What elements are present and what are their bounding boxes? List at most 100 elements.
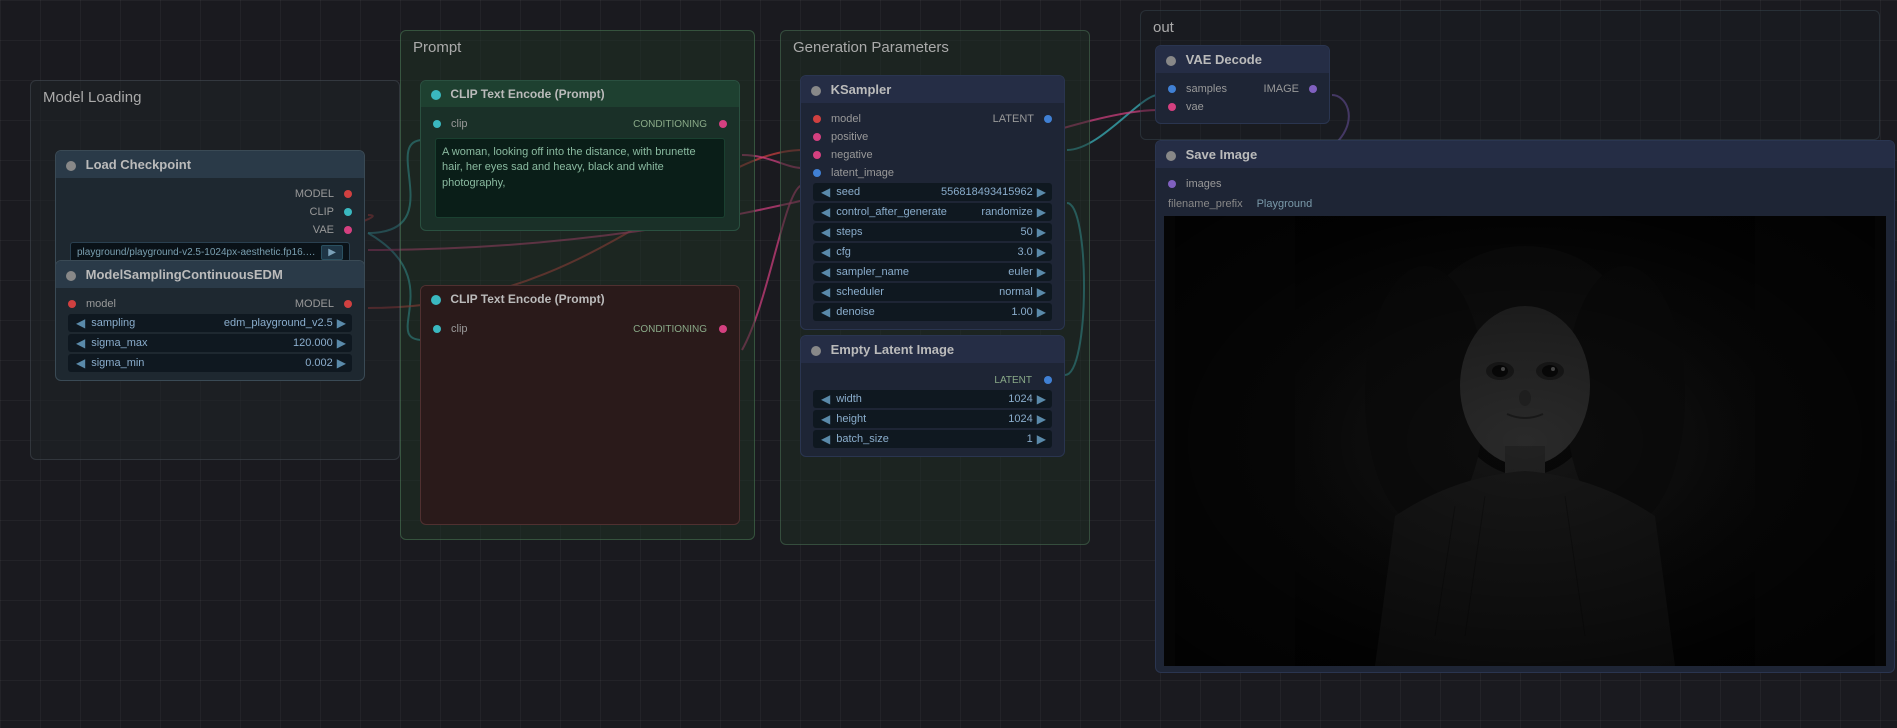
height-widget[interactable]: ◀ height 1024 ▶ xyxy=(813,410,1052,428)
model-sampling-title: ModelSamplingContinuousEDM xyxy=(56,261,364,288)
scheduler-increase-btn[interactable]: ▶ xyxy=(1037,285,1046,299)
group-gen-params-title: Generation Parameters xyxy=(781,31,1089,64)
clip-negative-clip-input: clip CONDITIONING xyxy=(429,320,731,337)
sigma-max-widget[interactable]: ◀ sigma_max 120.000 ▶ xyxy=(68,334,352,352)
load-checkpoint-clip-output: CLIP xyxy=(64,204,356,220)
height-value: 1024 xyxy=(1008,413,1036,425)
height-increase-btn[interactable]: ▶ xyxy=(1037,412,1046,426)
load-checkpoint-status-dot xyxy=(66,161,76,171)
node-save-image: Save Image images filename_prefix Playgr… xyxy=(1155,140,1895,673)
conditioning-neg-output-label: CONDITIONING xyxy=(633,322,715,335)
ksampler-latent-dot xyxy=(1044,115,1052,123)
sigma-min-increase-btn[interactable]: ▶ xyxy=(337,356,346,370)
model-label: MODEL xyxy=(68,188,340,200)
sigma-min-label: sigma_min xyxy=(87,357,305,369)
model-sampling-body: model MODEL ◀ sampling edm_playground_v2… xyxy=(56,288,364,380)
ksampler-model-label: model xyxy=(825,113,933,125)
vae-decode-vae-input: vae xyxy=(1164,99,1321,115)
sampling-decrease-btn[interactable]: ◀ xyxy=(74,316,87,330)
sampler-value: euler xyxy=(1008,266,1036,278)
width-widget[interactable]: ◀ width 1024 ▶ xyxy=(813,390,1052,408)
clip-prompt-title: CLIP Text Encode (Prompt) xyxy=(421,81,739,107)
batch-label: batch_size xyxy=(832,433,1026,445)
sigma-min-value: 0.002 xyxy=(305,357,337,369)
sampling-increase-btn[interactable]: ▶ xyxy=(337,316,346,330)
width-value: 1024 xyxy=(1008,393,1036,405)
node-load-checkpoint: Load Checkpoint MODEL CLIP VAE playgroun… xyxy=(55,150,365,274)
sigma-min-widget[interactable]: ◀ sigma_min 0.002 ▶ xyxy=(68,354,352,372)
node-ksampler: KSampler model LATENT positive negative … xyxy=(800,75,1065,330)
control-increase-btn[interactable]: ▶ xyxy=(1037,205,1046,219)
ksampler-negative-label: negative xyxy=(825,149,1052,161)
seed-decrease-btn[interactable]: ◀ xyxy=(819,185,832,199)
cfg-increase-btn[interactable]: ▶ xyxy=(1037,245,1046,259)
width-increase-btn[interactable]: ▶ xyxy=(1037,392,1046,406)
sampler-increase-btn[interactable]: ▶ xyxy=(1037,265,1046,279)
denoise-decrease-btn[interactable]: ◀ xyxy=(819,305,832,319)
filename-prefix-value[interactable]: Playground xyxy=(1249,196,1321,212)
control-value: randomize xyxy=(981,206,1036,218)
file-path-browse-button[interactable]: ▶ xyxy=(321,245,343,260)
vae-input-dot xyxy=(1168,103,1176,111)
cfg-value: 3.0 xyxy=(1017,246,1036,258)
empty-latent-output: LATENT xyxy=(809,371,1056,388)
steps-increase-btn[interactable]: ▶ xyxy=(1037,225,1046,239)
conditioning-neg-output-dot xyxy=(719,325,727,333)
ksampler-positive-label: positive xyxy=(825,131,1052,143)
clip-prompt-status-dot xyxy=(431,90,441,100)
scheduler-label: scheduler xyxy=(832,286,999,298)
node-model-sampling: ModelSamplingContinuousEDM model MODEL ◀… xyxy=(55,260,365,381)
scheduler-decrease-btn[interactable]: ◀ xyxy=(819,285,832,299)
batch-decrease-btn[interactable]: ◀ xyxy=(819,432,832,446)
denoise-increase-btn[interactable]: ▶ xyxy=(1037,305,1046,319)
steps-widget[interactable]: ◀ steps 50 ▶ xyxy=(813,223,1052,241)
preview-svg xyxy=(1164,216,1886,666)
sigma-max-value: 120.000 xyxy=(293,337,337,349)
conditioning-output-dot xyxy=(719,120,727,128)
batch-size-widget[interactable]: ◀ batch_size 1 ▶ xyxy=(813,430,1052,448)
clip-negative-title: CLIP Text Encode (Prompt) xyxy=(421,286,739,312)
control-decrease-btn[interactable]: ◀ xyxy=(819,205,832,219)
width-decrease-btn[interactable]: ◀ xyxy=(819,392,832,406)
seed-increase-btn[interactable]: ▶ xyxy=(1037,185,1046,199)
model-output-dot-2 xyxy=(344,300,352,308)
scheduler-value: normal xyxy=(999,286,1037,298)
height-decrease-btn[interactable]: ◀ xyxy=(819,412,832,426)
batch-increase-btn[interactable]: ▶ xyxy=(1037,432,1046,446)
node-empty-latent: Empty Latent Image LATENT ◀ width 1024 ▶… xyxy=(800,335,1065,457)
scheduler-widget[interactable]: ◀ scheduler normal ▶ xyxy=(813,283,1052,301)
cfg-widget[interactable]: ◀ cfg 3.0 ▶ xyxy=(813,243,1052,261)
seed-widget[interactable]: ◀ seed 556818493415962 ▶ xyxy=(813,183,1052,201)
cfg-decrease-btn[interactable]: ◀ xyxy=(819,245,832,259)
sampler-name-widget[interactable]: ◀ sampler_name euler ▶ xyxy=(813,263,1052,281)
save-image-status-dot xyxy=(1166,151,1176,161)
clip-label: CLIP xyxy=(68,206,340,218)
denoise-widget[interactable]: ◀ denoise 1.00 ▶ xyxy=(813,303,1052,321)
clip-negative-body: clip CONDITIONING xyxy=(421,312,739,345)
vae-decode-title: VAE Decode xyxy=(1156,46,1329,73)
save-image-images-input: images xyxy=(1164,176,1886,192)
sampler-label: sampler_name xyxy=(832,266,1008,278)
load-checkpoint-model-output: MODEL xyxy=(64,186,356,202)
ksampler-latent-label: LATENT xyxy=(933,113,1041,125)
denoise-value: 1.00 xyxy=(1011,306,1036,318)
node-clip-prompt: CLIP Text Encode (Prompt) clip CONDITION… xyxy=(420,80,740,231)
file-path-text: playground/playground-v2.5-1024px-aesthe… xyxy=(77,247,317,258)
ksampler-body: model LATENT positive negative latent_im… xyxy=(801,103,1064,329)
control-after-widget[interactable]: ◀ control_after_generate randomize ▶ xyxy=(813,203,1052,221)
clip-neg-input-label: clip xyxy=(445,323,633,335)
sampling-widget[interactable]: ◀ sampling edm_playground_v2.5 ▶ xyxy=(68,314,352,332)
model-input-dot xyxy=(68,300,76,308)
sigma-max-decrease-btn[interactable]: ◀ xyxy=(74,336,87,350)
sigma-min-decrease-btn[interactable]: ◀ xyxy=(74,356,87,370)
vae-decode-body: samples IMAGE vae xyxy=(1156,73,1329,123)
image-output-label: IMAGE xyxy=(1243,83,1306,95)
steps-label: steps xyxy=(832,226,1020,238)
model-sampling-status-dot xyxy=(66,271,76,281)
sampler-decrease-btn[interactable]: ◀ xyxy=(819,265,832,279)
sigma-max-increase-btn[interactable]: ▶ xyxy=(337,336,346,350)
steps-decrease-btn[interactable]: ◀ xyxy=(819,225,832,239)
empty-latent-title: Empty Latent Image xyxy=(801,336,1064,363)
prompt-text-area[interactable]: A woman, looking off into the distance, … xyxy=(435,138,725,218)
model-sampling-model-input: model MODEL xyxy=(64,296,356,312)
